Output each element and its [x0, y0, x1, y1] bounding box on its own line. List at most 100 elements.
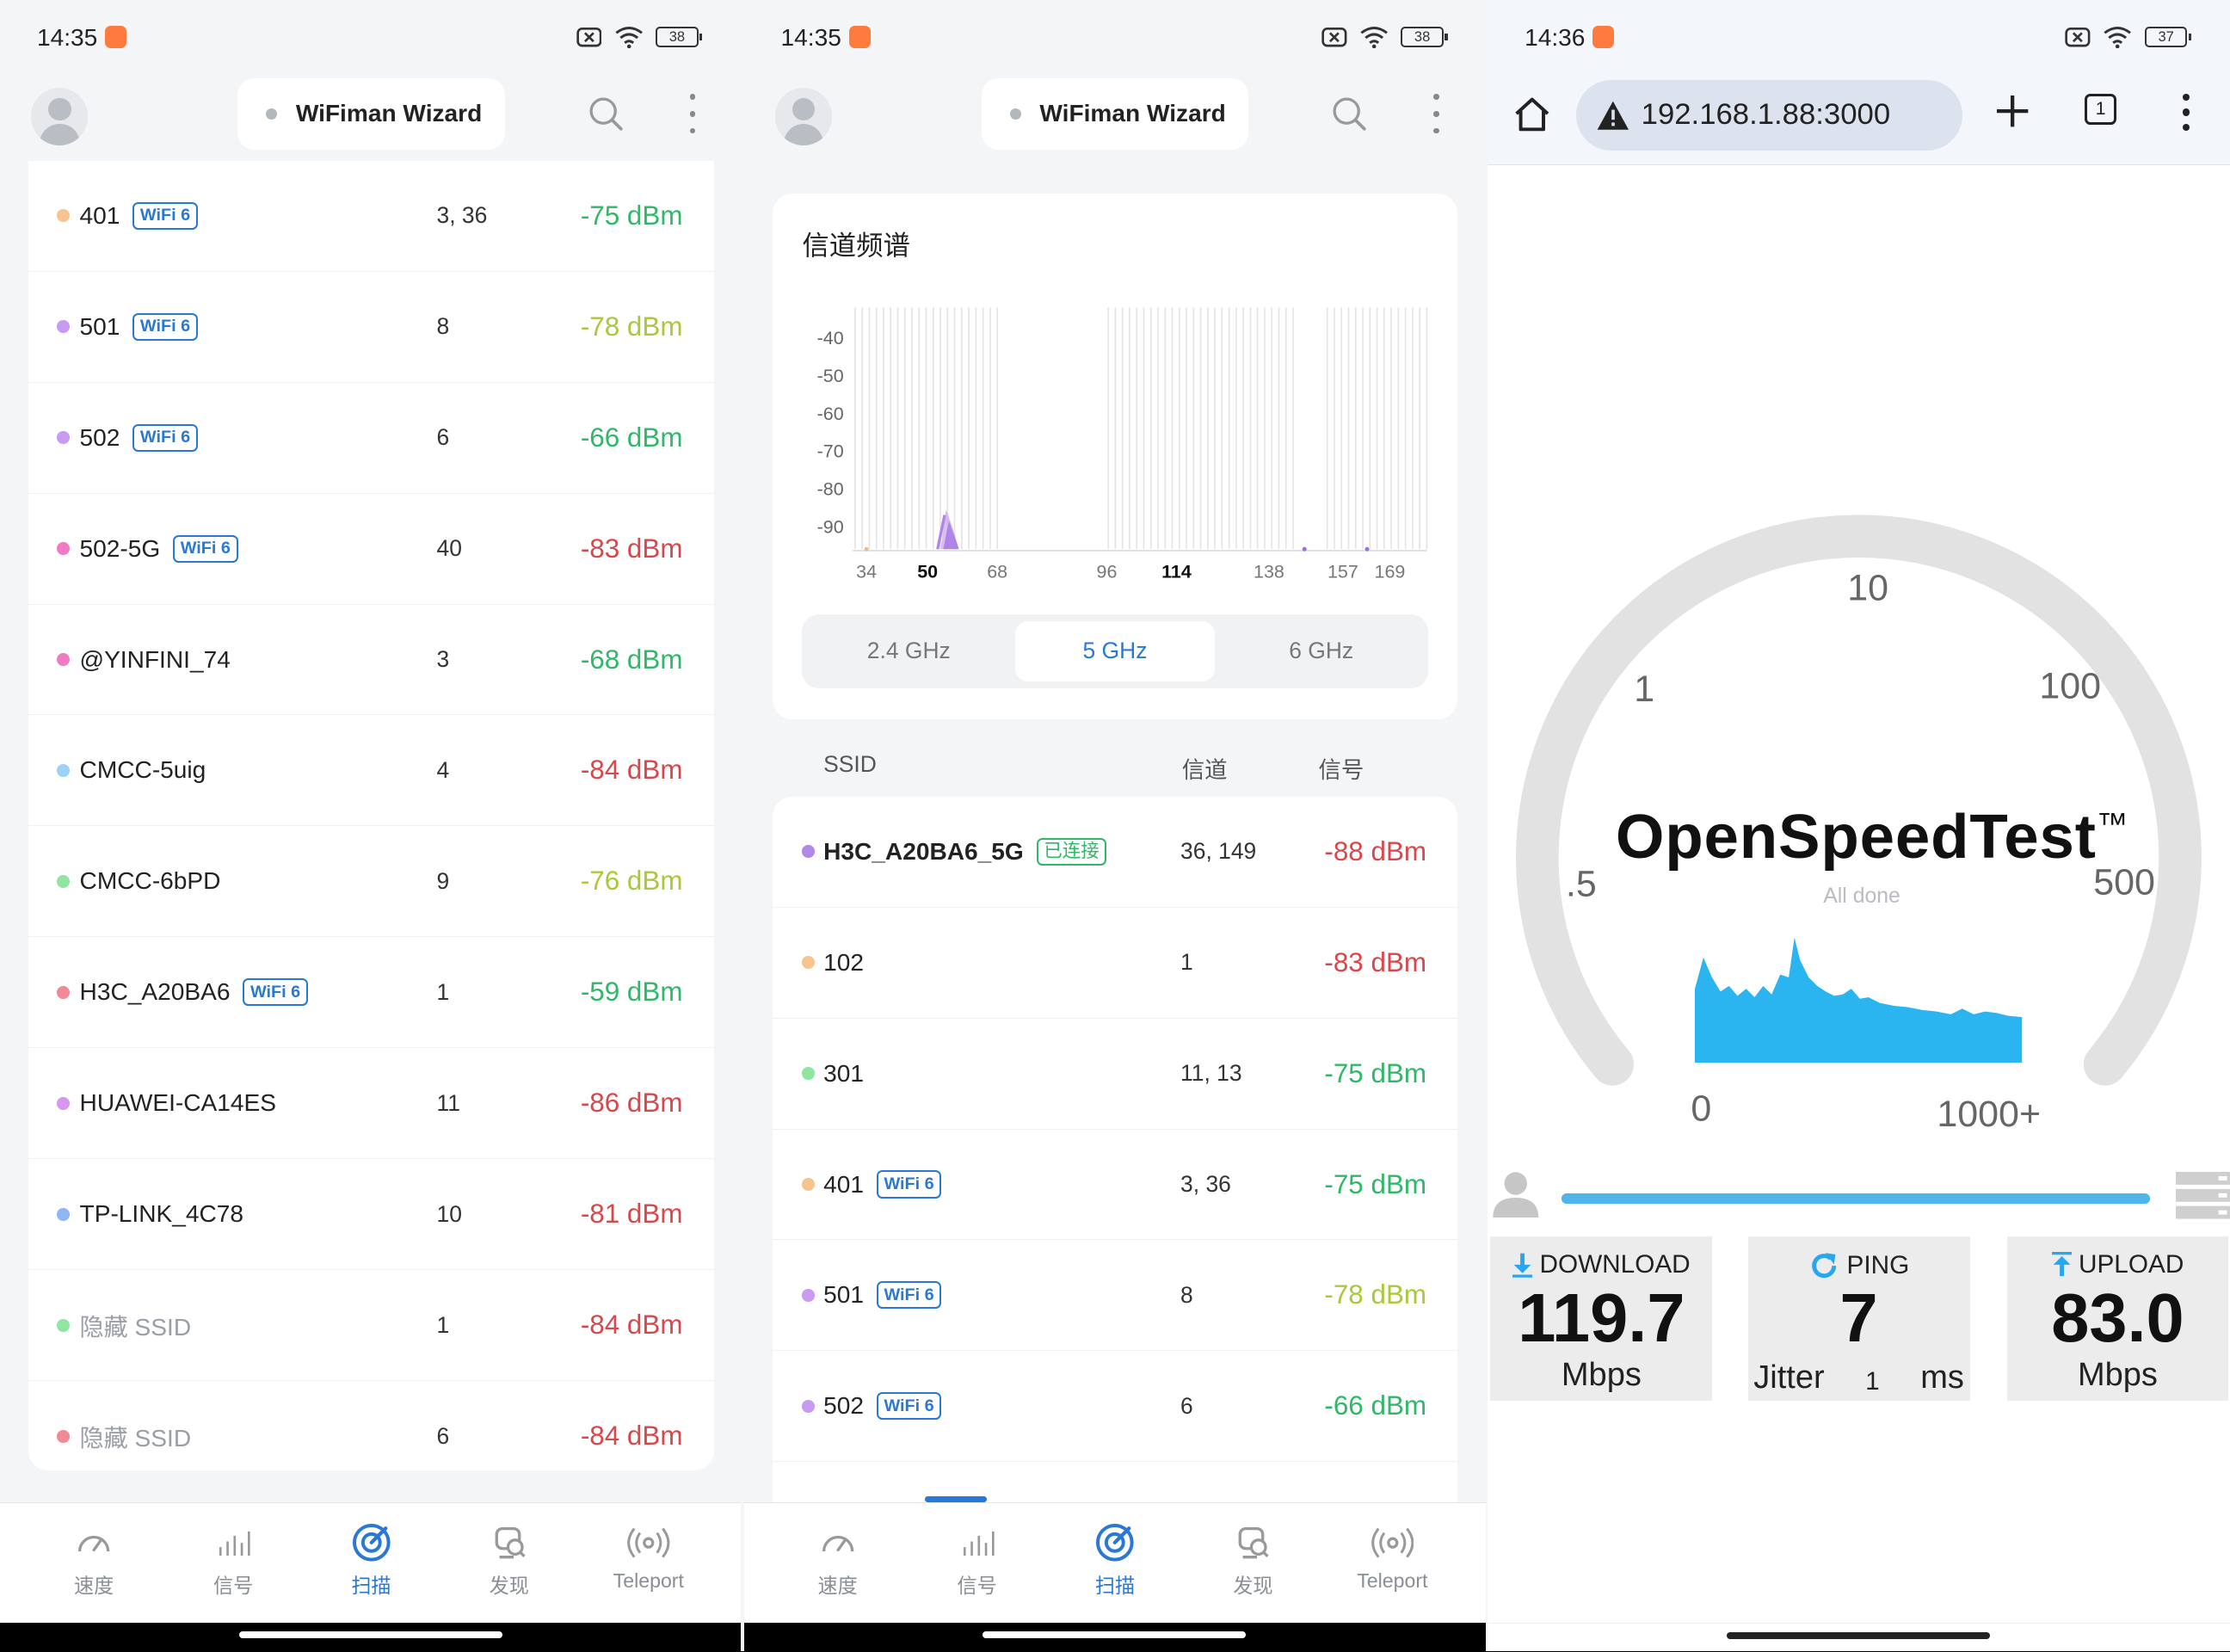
browser-speedtest-screen: 14:36 37 192.168.1.88:3000 1 .5 1 10 100 500…	[1488, 0, 2230, 1652]
channel-grid	[853, 307, 1427, 550]
band-option[interactable]: 6 GHz	[1222, 621, 1420, 681]
wizard-title-pill[interactable]: WiFiman Wizard	[237, 77, 505, 150]
user-icon	[1493, 1172, 1539, 1218]
signal-bars-icon	[913, 1520, 1041, 1566]
x-tick-label: 68	[987, 561, 1007, 582]
test-progress-bar	[1562, 1193, 2151, 1204]
signal-value: -84 dBm	[580, 755, 683, 786]
nav-label: 扫描	[351, 1575, 391, 1598]
signal-value: -78 dBm	[580, 311, 683, 342]
signal-trace	[1364, 546, 1370, 552]
list-item[interactable]: HUAWEI-CA14ES 11 -86 dBm	[28, 1048, 714, 1160]
list-item[interactable]: @YINFINI_74 3 -68 dBm	[28, 605, 714, 716]
list-item[interactable]: 隐藏 SSID 1 -84 dBm	[28, 1270, 714, 1382]
ping-label: PING	[1846, 1251, 1910, 1280]
nav-item-3[interactable]: 发现	[445, 1520, 573, 1600]
search-icon[interactable]	[588, 96, 625, 133]
list-item[interactable]: 502 WiFi 6 6 -66 dBm	[28, 383, 714, 494]
signal-value: -84 dBm	[580, 1421, 683, 1452]
nav-item-0[interactable]: 速度	[773, 1520, 902, 1600]
band-color-dot	[802, 845, 816, 859]
nav-item-0[interactable]: 速度	[30, 1520, 158, 1600]
x-tick-label: 157	[1328, 561, 1358, 582]
more-options-icon[interactable]	[682, 94, 702, 134]
download-label: DOWNLOAD	[1539, 1250, 1691, 1279]
channel-value: 6	[436, 1422, 450, 1449]
signal-value: -88 dBm	[1324, 835, 1427, 866]
speedtest-brand: OpenSpeedTest™	[1615, 801, 2129, 872]
channel-value: 11	[436, 1089, 460, 1116]
more-options-icon[interactable]	[1426, 94, 1446, 134]
warning-icon[interactable]	[1596, 100, 1630, 131]
nav-item-1[interactable]: 信号	[169, 1520, 298, 1600]
ssid-label: 401 WiFi 6	[80, 201, 198, 230]
band-color-dot	[57, 1318, 70, 1332]
teleport-icon	[584, 1520, 712, 1566]
wifi6-badge: WiFi 6	[173, 534, 238, 563]
table-row[interactable]: H3C_A20BA6_5G 已连接 36, 149 -88 dBm	[772, 797, 1458, 908]
nav-item-2[interactable]: 扫描	[307, 1520, 435, 1600]
upload-result: UPLOAD 83.0 Mbps	[2006, 1236, 2229, 1402]
list-item[interactable]: 401 WiFi 6 3, 36 -75 dBm	[28, 161, 714, 272]
wizard-title-pill[interactable]: WiFiman Wizard	[981, 77, 1249, 150]
nav-item-2[interactable]: 扫描	[1051, 1520, 1180, 1600]
table-row[interactable]: 102 1 -83 dBm	[772, 908, 1458, 1019]
list-item[interactable]: H3C_A20BA6 WiFi 6 1 -59 dBm	[28, 937, 714, 1049]
band-color-dot	[57, 874, 70, 888]
y-tick-label: -90	[816, 516, 843, 537]
nav-item-4[interactable]: Teleport	[584, 1520, 712, 1593]
column-ssid[interactable]: SSID	[823, 751, 877, 778]
band-color-dot	[802, 1178, 816, 1191]
list-item[interactable]: TP-LINK_4C78 10 -81 dBm	[28, 1159, 714, 1271]
list-item[interactable]: 501 WiFi 6 8 -78 dBm	[28, 272, 714, 383]
status-time: 14:35	[36, 24, 98, 52]
table-row[interactable]: 502 WiFi 6 6 -66 dBm	[772, 1351, 1458, 1463]
ping-unit: ms	[1920, 1359, 1964, 1396]
nav-item-4[interactable]: Teleport	[1328, 1520, 1457, 1593]
home-icon[interactable]	[1511, 94, 1554, 137]
battery-icon: 37	[2144, 26, 2192, 48]
sim-off-icon	[576, 27, 601, 47]
nav-item-1[interactable]: 信号	[913, 1520, 1041, 1600]
band-color-dot	[802, 1289, 816, 1302]
table-row[interactable]: 501 WiFi 6 8 -78 dBm	[772, 1240, 1458, 1352]
list-item[interactable]: CMCC-6bPD 9 -76 dBm	[28, 826, 714, 938]
page-title: WiFiman Wizard	[295, 100, 483, 127]
download-value: 119.7	[1518, 1279, 1685, 1357]
tab-switcher-button[interactable]: 1	[2085, 94, 2116, 126]
signal-value: -68 dBm	[580, 644, 683, 675]
ssid-label: 502 WiFi 6	[80, 423, 198, 452]
avatar[interactable]	[31, 88, 89, 145]
nav-label: 扫描	[1094, 1575, 1136, 1598]
table-row[interactable]: 301 11, 13 -75 dBm	[772, 1019, 1458, 1130]
list-item[interactable]: 502-5G WiFi 6 40 -83 dBm	[28, 494, 714, 605]
test-status: All done	[1823, 885, 1900, 909]
search-icon[interactable]	[1331, 96, 1368, 133]
radar-scan-icon	[307, 1520, 435, 1566]
app-bar: WiFiman Wizard	[744, 74, 1487, 159]
nav-label: Teleport	[613, 1569, 684, 1593]
signal-value: -83 dBm	[580, 533, 683, 564]
list-item[interactable]: 隐藏 SSID 6 -84 dBm	[28, 1381, 714, 1470]
new-tab-icon[interactable]	[1993, 91, 2032, 131]
server-icon	[2176, 1172, 2230, 1219]
nav-item-3[interactable]: 发现	[1189, 1520, 1317, 1600]
browser-menu-icon[interactable]	[2182, 94, 2190, 132]
table-row[interactable]: 401 WiFi 6 3, 36 -75 dBm	[772, 1130, 1458, 1241]
band-color-dot	[57, 542, 70, 556]
avatar[interactable]	[774, 88, 833, 145]
column-signal[interactable]: 信号	[1318, 751, 1364, 785]
band-option[interactable]: 5 GHz	[1015, 621, 1215, 681]
band-color-dot	[57, 764, 70, 777]
ssid-label: H3C_A20BA6_5G 已连接	[823, 837, 1107, 866]
band-option[interactable]: 2.4 GHz	[810, 621, 1008, 681]
channel-value: 8	[436, 313, 450, 340]
list-item[interactable]: CMCC-5uig 4 -84 dBm	[28, 715, 714, 827]
address-bar[interactable]: 192.168.1.88:3000	[1575, 79, 1963, 151]
signal-trace	[864, 546, 869, 552]
column-channel[interactable]: 信道	[1182, 751, 1228, 785]
nav-label: 发现	[1233, 1575, 1273, 1598]
gauge-scale-label: 100	[2040, 666, 2102, 707]
nav-label: Teleport	[1357, 1569, 1428, 1593]
status-time: 14:35	[780, 24, 841, 52]
